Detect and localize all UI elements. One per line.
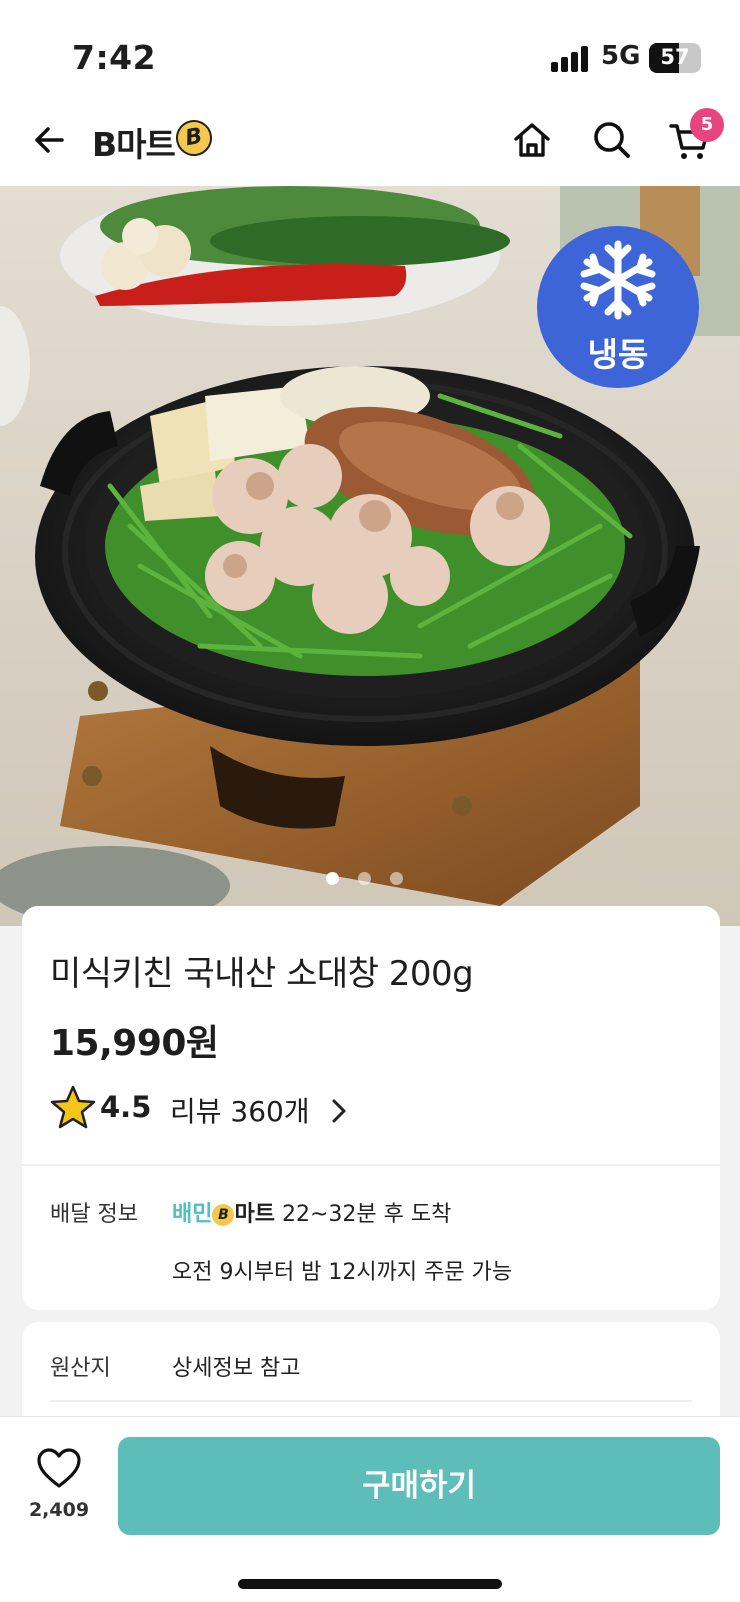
brand-logo-badge: B bbox=[173, 117, 215, 159]
baemin-mart-logo: 배민 B 마트 bbox=[172, 1196, 275, 1228]
battery-icon: 57 bbox=[649, 43, 701, 73]
app-header: B마트 B 5 bbox=[0, 100, 740, 186]
divider bbox=[22, 1164, 720, 1166]
delivery-info-label: 배달 정보 bbox=[50, 1202, 138, 1227]
product-price: 15,990원 bbox=[50, 1023, 219, 1064]
network-type: 5G bbox=[601, 41, 641, 71]
carousel-dot[interactable] bbox=[358, 872, 371, 885]
brand-b-icon: B bbox=[212, 1204, 235, 1226]
product-title: 미식키친 국내산 소대창 200g bbox=[50, 954, 474, 994]
status-bar: 7:42 5G 57 bbox=[0, 0, 740, 100]
origin-value: 상세정보 참고 bbox=[172, 1356, 301, 1381]
signal-icon bbox=[551, 46, 591, 72]
back-arrow-icon[interactable] bbox=[28, 118, 72, 162]
carousel-dot[interactable] bbox=[390, 872, 403, 885]
home-icon[interactable] bbox=[510, 118, 554, 162]
order-hours: 오전 9시부터 밤 12시까지 주문 가능 bbox=[172, 1260, 513, 1285]
delivery-eta: 22~32분 후 도착 bbox=[282, 1202, 452, 1227]
chevron-right-icon[interactable] bbox=[330, 1098, 348, 1124]
heart-icon[interactable] bbox=[36, 1447, 82, 1489]
origin-label: 원산지 bbox=[50, 1356, 111, 1381]
home-indicator bbox=[238, 1579, 502, 1589]
star-icon bbox=[50, 1085, 96, 1129]
divider bbox=[50, 1400, 692, 1402]
frozen-badge: 냉동 bbox=[537, 226, 699, 388]
battery-level: 57 bbox=[660, 45, 690, 69]
brand-text-mart: 마트 bbox=[234, 1202, 275, 1227]
product-image-carousel[interactable]: 냉동 bbox=[0, 186, 740, 926]
buy-button[interactable]: 구매하기 bbox=[118, 1437, 720, 1535]
review-count-link[interactable]: 리뷰 360개 bbox=[170, 1090, 310, 1130]
brand-logo[interactable]: B마트 bbox=[92, 118, 176, 166]
carousel-dot[interactable] bbox=[326, 872, 339, 885]
cart-count-badge: 5 bbox=[690, 108, 724, 142]
status-time: 7:42 bbox=[72, 38, 157, 77]
search-icon[interactable] bbox=[590, 118, 634, 162]
like-count: 2,409 bbox=[28, 1499, 90, 1521]
bottom-action-bar: 2,409 구매하기 bbox=[0, 1416, 740, 1602]
product-info-card: 미식키친 국내산 소대창 200g 15,990원 4.5 리뷰 360개 배달… bbox=[22, 906, 720, 1310]
snowflake-icon bbox=[580, 240, 656, 320]
brand-text-baemin: 배민 bbox=[172, 1202, 213, 1227]
frozen-label: 냉동 bbox=[587, 335, 649, 374]
rating-score: 4.5 bbox=[100, 1090, 152, 1124]
